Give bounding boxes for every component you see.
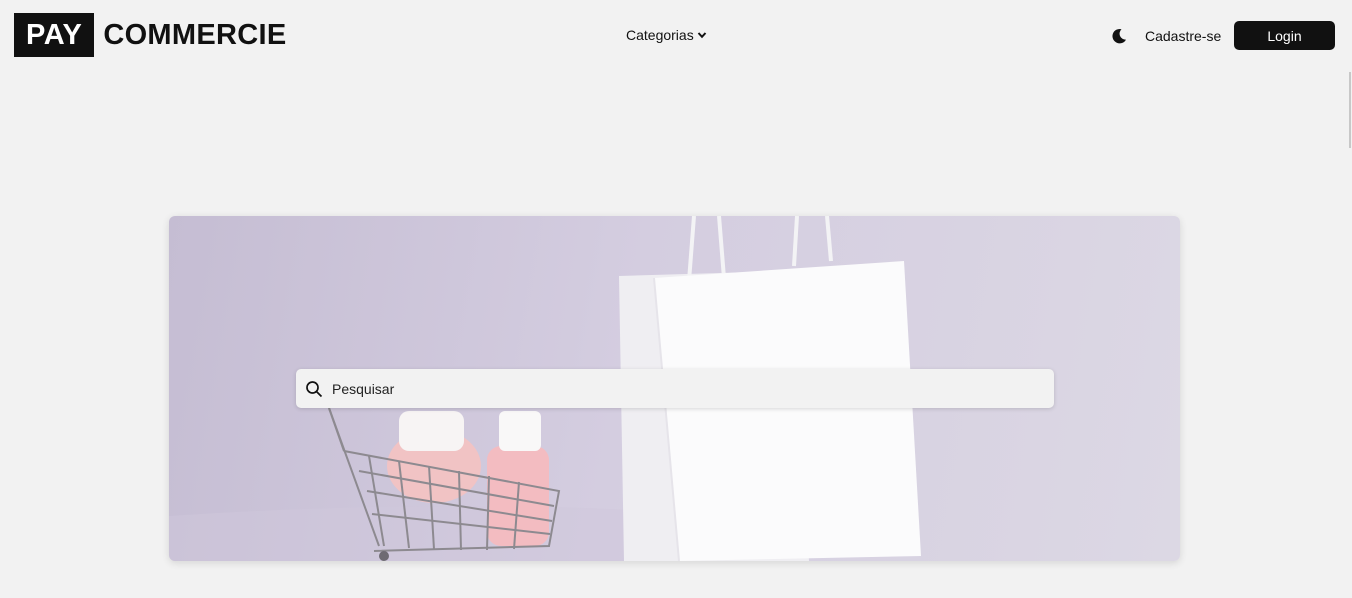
chevron-down-icon — [697, 32, 706, 39]
brand-logo-text: COMMERCIE — [103, 18, 287, 51]
moon-icon[interactable] — [1110, 27, 1128, 45]
search-icon — [306, 380, 323, 397]
search-bar[interactable] — [296, 369, 1054, 408]
signup-link[interactable]: Cadastre-se — [1145, 28, 1221, 44]
categories-dropdown[interactable]: Categorias — [626, 27, 707, 43]
brand-logo-box: PAY — [14, 13, 95, 57]
brand-logo[interactable]: PAY COMMERCIE — [14, 13, 286, 57]
categories-label: Categorias — [626, 27, 694, 43]
top-navbar: PAY COMMERCIE Categorias Cadastre-se Log… — [0, 0, 1352, 72]
login-button[interactable]: Login — [1234, 21, 1335, 50]
scrollbar-thumb[interactable] — [1349, 72, 1351, 148]
search-input[interactable] — [332, 380, 1032, 397]
